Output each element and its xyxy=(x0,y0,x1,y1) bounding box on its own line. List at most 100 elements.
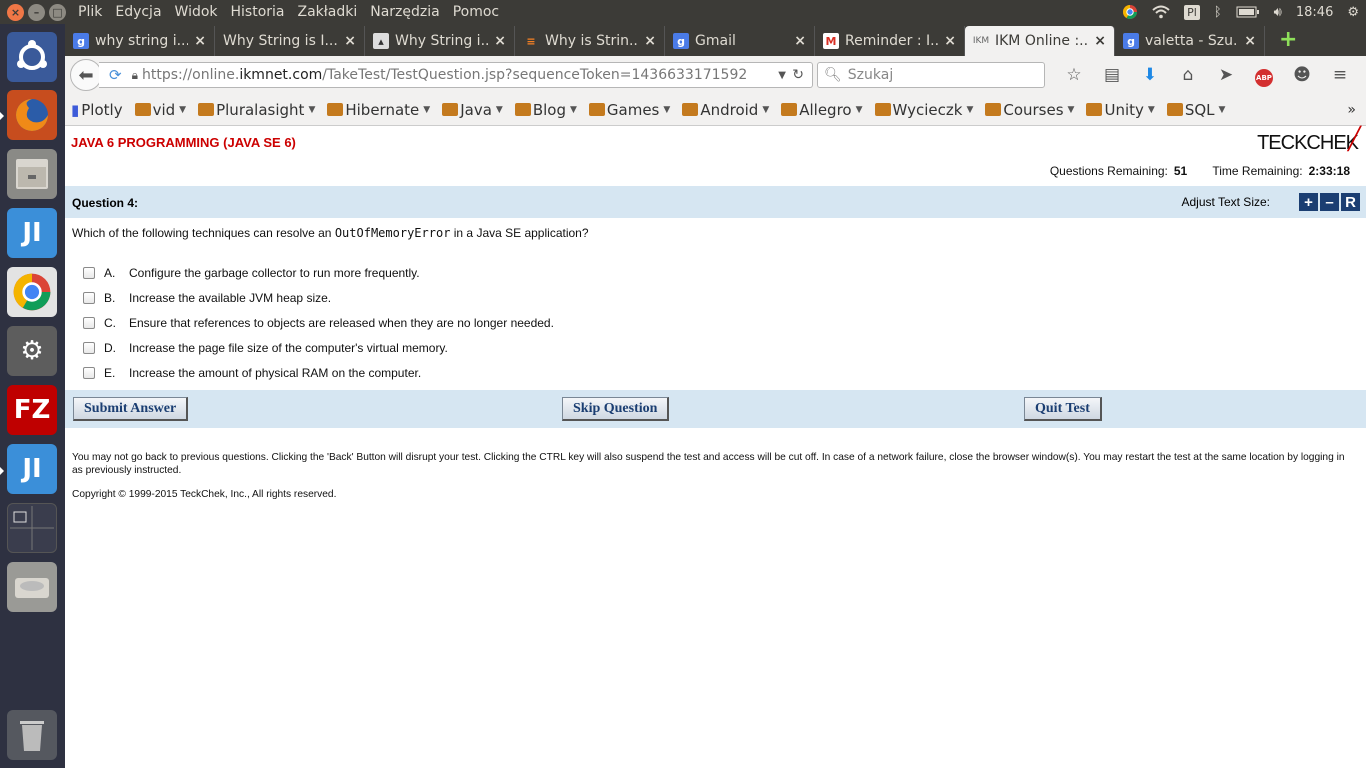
skip-question-button[interactable]: Skip Question xyxy=(562,397,670,421)
bookmark-folder-blog[interactable]: Blog ▼ xyxy=(514,101,577,119)
option-d-checkbox[interactable] xyxy=(83,341,95,354)
test-status: Questions Remaining: 51 Time Remaining: 2:… xyxy=(1050,164,1350,178)
tab-7-active[interactable]: IKM IKM Online :... × xyxy=(965,26,1115,56)
menu-pomoc[interactable]: Pomoc xyxy=(453,4,499,20)
tab-close-icon[interactable]: × xyxy=(794,33,806,49)
bookmark-folder-games[interactable]: Games ▼ xyxy=(588,101,670,119)
tab-8[interactable]: g valetta - Szu... × xyxy=(1115,26,1265,56)
folder-icon xyxy=(134,103,151,116)
url-bar[interactable]: ⟳ 🔒︎ https://online.ikmnet.com/TakeTest/… xyxy=(99,62,813,88)
bookmark-star-icon[interactable]: ☆ xyxy=(1055,62,1093,88)
home-icon[interactable]: ⌂ xyxy=(1169,62,1207,88)
question-code: OutOfMemoryError xyxy=(334,226,451,240)
tab-close-icon[interactable]: × xyxy=(1094,33,1106,49)
intellij-idea-icon[interactable]: JI xyxy=(7,208,57,258)
submit-answer-button[interactable]: Submit Answer xyxy=(73,397,189,421)
identity-icon[interactable]: ⟳ xyxy=(109,66,122,84)
bookmark-folder-wycieczk[interactable]: Wycieczk ▼ xyxy=(874,101,973,119)
adblock-icon[interactable]: ABP xyxy=(1245,62,1283,88)
tab-close-icon[interactable]: × xyxy=(1244,33,1256,49)
copyright: Copyright © 1999-2015 TeckChek, Inc., Al… xyxy=(72,489,337,500)
tab-label: why string i... xyxy=(95,33,189,49)
menu-widok[interactable]: Widok xyxy=(175,4,218,20)
window-maximize-button[interactable]: □ xyxy=(49,3,66,21)
volume-icon[interactable]: 🔊︎ xyxy=(1274,5,1282,20)
menu-zakladki[interactable]: Zakładki xyxy=(298,4,358,20)
option-text: Increase the amount of physical RAM on t… xyxy=(129,365,422,380)
battery-icon[interactable] xyxy=(1236,6,1260,18)
bookmark-plotly[interactable]: ▮ Plotly xyxy=(71,101,123,119)
emoji-icon[interactable]: ☻ xyxy=(1283,62,1321,88)
chevron-down-icon: ▼ xyxy=(423,104,431,115)
ubuntu-dash-icon[interactable] xyxy=(7,32,57,82)
hamburger-menu-icon[interactable]: ≡ xyxy=(1321,62,1359,88)
disk-drive-icon[interactable] xyxy=(7,562,57,612)
option-b-checkbox[interactable] xyxy=(83,291,95,304)
trash-icon[interactable] xyxy=(7,710,57,760)
bookmark-folder-vid[interactable]: vid ▼ xyxy=(134,101,186,119)
bookmark-folder-sql[interactable]: SQL ▼ xyxy=(1166,101,1225,119)
tab-6[interactable]: M Reminder : I... × xyxy=(815,26,965,56)
tab-close-icon[interactable]: × xyxy=(944,33,956,49)
tab-close-icon[interactable]: × xyxy=(344,33,356,49)
bookmark-folder-android[interactable]: Android ▼ xyxy=(682,101,769,119)
tab-4[interactable]: ≡ Why is Strin... × xyxy=(515,26,665,56)
reload-icon[interactable]: ↻ xyxy=(792,67,804,83)
back-button[interactable]: ⬅ xyxy=(70,59,102,91)
bluetooth-icon[interactable]: ᛒ xyxy=(1214,5,1222,20)
system-settings-icon[interactable]: ⚙ xyxy=(7,326,57,376)
question-number: Question 4: xyxy=(72,196,139,210)
bookmark-label: Plotly xyxy=(81,100,123,119)
option-c-checkbox[interactable] xyxy=(83,316,95,329)
download-icon[interactable]: ⬇ xyxy=(1131,62,1169,88)
new-tab-button[interactable]: + xyxy=(1279,27,1297,52)
search-input[interactable]: 🔍︎ Szukaj xyxy=(817,62,1045,88)
option-a-checkbox[interactable] xyxy=(83,266,95,279)
tab-3[interactable]: ▴ Why String i... × xyxy=(365,26,515,56)
wifi-icon[interactable] xyxy=(1152,5,1170,19)
tab-close-icon[interactable]: × xyxy=(194,33,206,49)
navigation-toolbar: ⟳ 🔒︎ https://online.ikmnet.com/TakeTest/… xyxy=(65,56,1366,94)
action-bar: Submit Answer Skip Question Quit Test xyxy=(65,390,1366,428)
send-icon[interactable]: ➤ xyxy=(1207,62,1245,88)
tab-1[interactable]: g why string i... × xyxy=(65,26,215,56)
bookmark-folder-allegro[interactable]: Allegro ▼ xyxy=(781,100,863,119)
bookmark-folder-java[interactable]: Java ▼ xyxy=(442,101,503,119)
settings-gear-icon[interactable]: ⚙ xyxy=(1347,5,1359,20)
menu-edycja[interactable]: Edycja xyxy=(115,4,161,20)
option-e-checkbox[interactable] xyxy=(83,366,95,379)
reset-text-button[interactable]: R xyxy=(1341,193,1360,211)
bookmark-folder-pluralasight[interactable]: Pluralasight ▼ xyxy=(198,101,315,119)
keyboard-layout-indicator[interactable]: Pl xyxy=(1184,4,1200,20)
bookmark-label: Allegro xyxy=(799,100,852,119)
chrome-icon[interactable] xyxy=(7,267,57,317)
bookmark-folder-courses[interactable]: Courses ▼ xyxy=(985,101,1074,119)
bookmark-folder-hibernate[interactable]: Hibernate ▼ xyxy=(327,101,430,119)
tab-label: IKM Online :... xyxy=(995,33,1089,49)
bookmark-folder-unity[interactable]: Unity ▼ xyxy=(1086,101,1155,119)
chevron-down-icon[interactable]: ▼ xyxy=(778,70,786,81)
chrome-tray-icon[interactable] xyxy=(1122,4,1138,20)
quit-test-button[interactable]: Quit Test xyxy=(1024,397,1102,421)
clock[interactable]: 18:46 xyxy=(1296,5,1333,20)
filezilla-icon[interactable]: FZ xyxy=(7,385,57,435)
tab-close-icon[interactable]: × xyxy=(494,33,506,49)
window-close-button[interactable]: × xyxy=(7,3,24,21)
tab-2[interactable]: Why String is I... × xyxy=(215,26,365,56)
reader-list-icon[interactable]: ▤ xyxy=(1093,62,1131,88)
increase-text-button[interactable]: + xyxy=(1299,193,1318,211)
menu-plik[interactable]: Plik xyxy=(78,4,102,20)
intellij-idea-icon-running[interactable]: JI xyxy=(7,444,57,494)
workspace-switcher-icon[interactable] xyxy=(7,503,57,553)
files-icon[interactable] xyxy=(7,149,57,199)
decrease-text-button[interactable]: – xyxy=(1320,193,1339,211)
bookmarks-overflow-icon[interactable]: » xyxy=(1347,102,1356,118)
menu-narzedzia[interactable]: Narzędzia xyxy=(370,4,439,20)
window-minimize-button[interactable]: – xyxy=(28,3,45,21)
chevron-down-icon: ▼ xyxy=(855,104,863,115)
firefox-icon[interactable] xyxy=(7,90,57,140)
menu-historia[interactable]: Historia xyxy=(231,4,285,20)
questions-remaining-value: 51 xyxy=(1173,164,1188,178)
tab-5[interactable]: g Gmail × xyxy=(665,26,815,56)
tab-close-icon[interactable]: × xyxy=(644,33,656,49)
